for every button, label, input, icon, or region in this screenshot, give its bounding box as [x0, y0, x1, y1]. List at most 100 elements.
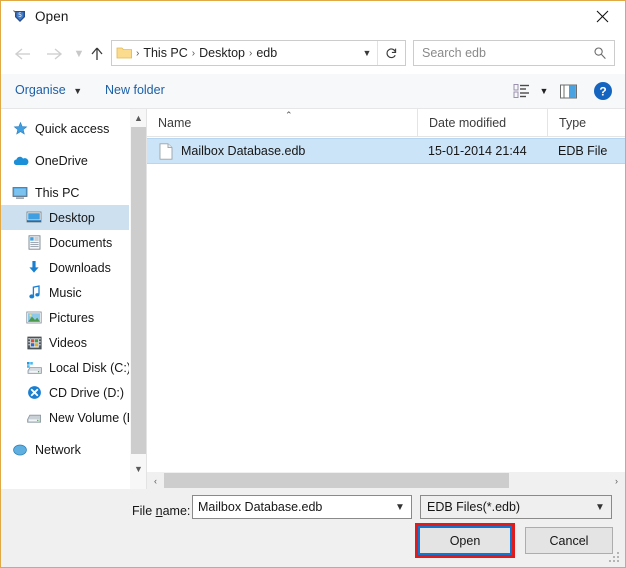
up-arrow-icon[interactable] [85, 42, 109, 66]
scroll-right-chevron-icon[interactable]: › [608, 472, 625, 489]
sidebar-item-label: Network [35, 442, 81, 457]
sidebar-item-videos[interactable]: Videos [1, 330, 146, 355]
app-shield-icon: 5 [12, 9, 29, 26]
sort-ascending-icon: ⌃ [285, 110, 293, 120]
desktop-icon [25, 210, 43, 226]
column-header-type-label: Type [559, 115, 587, 130]
file-name-label: File name: [132, 504, 190, 518]
sidebar-scrollbar-thumb[interactable] [131, 127, 146, 454]
folder-icon [116, 46, 133, 60]
view-options-chevron-down-icon[interactable]: ▼ [539, 86, 549, 96]
file-list-pane: Name ⌃ Date modified Type Mailbox Databa… [147, 109, 625, 489]
column-header-date-label: Date modified [429, 115, 507, 130]
file-type-chevron-down-icon[interactable]: ▼ [589, 496, 611, 518]
search-input[interactable]: Search edb [422, 46, 486, 60]
cancel-button[interactable]: Cancel [525, 527, 613, 554]
file-name-cell: Mailbox Database.edb [159, 139, 305, 163]
file-type-value: EDB Files(*.edb) [427, 500, 521, 514]
scroll-up-chevron-icon[interactable]: ▲ [130, 109, 146, 126]
column-header-row: Name ⌃ Date modified Type [147, 109, 625, 137]
breadcrumb-item-this-pc[interactable]: This PC [140, 46, 190, 60]
title-bar: 5 Open [1, 1, 625, 34]
address-bar[interactable]: › This PC › Desktop › edb ▼ [111, 40, 406, 66]
music-note-icon [25, 285, 43, 301]
file-type-select[interactable]: EDB Files(*.edb) ▼ [420, 495, 612, 519]
sidebar-item-network[interactable]: Network [1, 437, 146, 462]
breadcrumb-item-edb[interactable]: edb [253, 46, 280, 60]
refresh-icon[interactable] [377, 41, 405, 65]
sidebar-item-new-volume-e[interactable]: New Volume (E:) [1, 405, 146, 430]
table-row[interactable]: Mailbox Database.edb 15-01-2014 21:44 ED… [147, 138, 625, 164]
sidebar-item-quick-access[interactable]: Quick access [1, 116, 146, 141]
sidebar-item-label: Music [49, 285, 82, 300]
column-header-name[interactable]: Name ⌃ [147, 109, 417, 136]
column-header-type[interactable]: Type [547, 109, 625, 136]
view-options-icon[interactable] [513, 82, 533, 100]
sidebar-item-documents[interactable]: Documents [1, 230, 146, 255]
file-list-horizontal-scrollbar[interactable]: ‹ › [147, 472, 625, 489]
sidebar-item-label: Documents [49, 235, 113, 250]
local-disk-icon [25, 360, 43, 376]
sidebar-item-pictures[interactable]: Pictures [1, 305, 146, 330]
sidebar-item-onedrive[interactable]: OneDrive [1, 148, 146, 173]
new-folder-label: New folder [105, 83, 165, 97]
organise-label: Organise [15, 83, 66, 97]
file-name-chevron-down-icon[interactable]: ▼ [389, 496, 411, 518]
new-folder-button[interactable]: New folder [105, 83, 165, 97]
sidebar-item-label: Downloads [49, 260, 111, 275]
sidebar-item-label: Quick access [35, 121, 110, 136]
breadcrumb-item-desktop[interactable]: Desktop [196, 46, 248, 60]
file-name-input[interactable]: Mailbox Database.edb ▼ [192, 495, 412, 519]
svg-text:5: 5 [18, 12, 22, 19]
pictures-icon [25, 310, 43, 326]
sidebar-vertical-scrollbar[interactable]: ▲ ▼ [129, 109, 146, 489]
sidebar-item-label: Desktop [49, 210, 95, 225]
search-box[interactable]: Search edb [413, 40, 615, 66]
onedrive-cloud-icon [11, 153, 29, 169]
navigation-pane: Quick access OneDrive This PC Desktop Do… [1, 109, 146, 489]
sidebar-item-cd-drive-d[interactable]: CD Drive (D:) [1, 380, 146, 405]
resize-grip-icon[interactable] [609, 552, 620, 563]
sidebar-item-label: This PC [35, 185, 80, 200]
file-name-label-pre: File [132, 504, 156, 518]
file-type-cell: EDB File [558, 144, 608, 158]
file-name-value: Mailbox Database.edb [198, 500, 323, 514]
sidebar-item-label: Local Disk (C:) [49, 360, 131, 375]
open-button-highlight: Open [415, 523, 515, 558]
horizontal-scrollbar-thumb[interactable] [164, 473, 509, 488]
svg-text:?: ? [599, 85, 606, 99]
sidebar-item-this-pc[interactable]: This PC [1, 180, 146, 205]
sidebar-item-downloads[interactable]: Downloads [1, 255, 146, 280]
sidebar-item-music[interactable]: Music [1, 280, 146, 305]
address-dropdown-icon[interactable]: ▼ [357, 41, 377, 65]
forward-arrow-icon[interactable] [42, 42, 66, 66]
file-date-cell: 15-01-2014 21:44 [428, 144, 527, 158]
sidebar-item-label: OneDrive [35, 153, 88, 168]
cancel-button-label: Cancel [549, 533, 589, 548]
file-name-label-mnemonic: n [155, 504, 163, 518]
new-volume-disk-icon [25, 410, 43, 426]
close-button[interactable] [579, 1, 625, 32]
chevron-down-icon: ▼ [73, 86, 83, 96]
open-button[interactable]: Open [418, 526, 512, 555]
downloads-arrow-icon [25, 260, 43, 276]
navigation-bar: ▼ › This PC › Desktop › edb ▼ Search edb [1, 34, 625, 74]
open-button-label: Open [449, 533, 481, 548]
sidebar-item-local-disk-c[interactable]: Local Disk (C:) [1, 355, 146, 380]
search-icon[interactable] [593, 46, 607, 63]
preview-pane-icon[interactable] [559, 82, 579, 100]
dialog-body: Quick access OneDrive This PC Desktop Do… [1, 109, 625, 489]
column-header-date-modified[interactable]: Date modified [417, 109, 547, 136]
file-name-label: Mailbox Database.edb [181, 144, 306, 158]
sidebar-item-desktop[interactable]: Desktop [1, 205, 146, 230]
documents-icon [25, 235, 43, 251]
organise-button[interactable]: Organise ▼ [15, 83, 82, 97]
cd-drive-icon [25, 385, 43, 401]
file-icon [159, 142, 173, 160]
scroll-down-chevron-icon[interactable]: ▼ [130, 460, 146, 477]
help-icon[interactable]: ? [593, 81, 613, 101]
command-bar: Organise ▼ New folder ▼ ? [1, 74, 625, 109]
scroll-left-chevron-icon[interactable]: ‹ [147, 472, 164, 489]
breadcrumb: › This PC › Desktop › edb [135, 46, 280, 60]
back-arrow-icon[interactable] [11, 42, 35, 66]
